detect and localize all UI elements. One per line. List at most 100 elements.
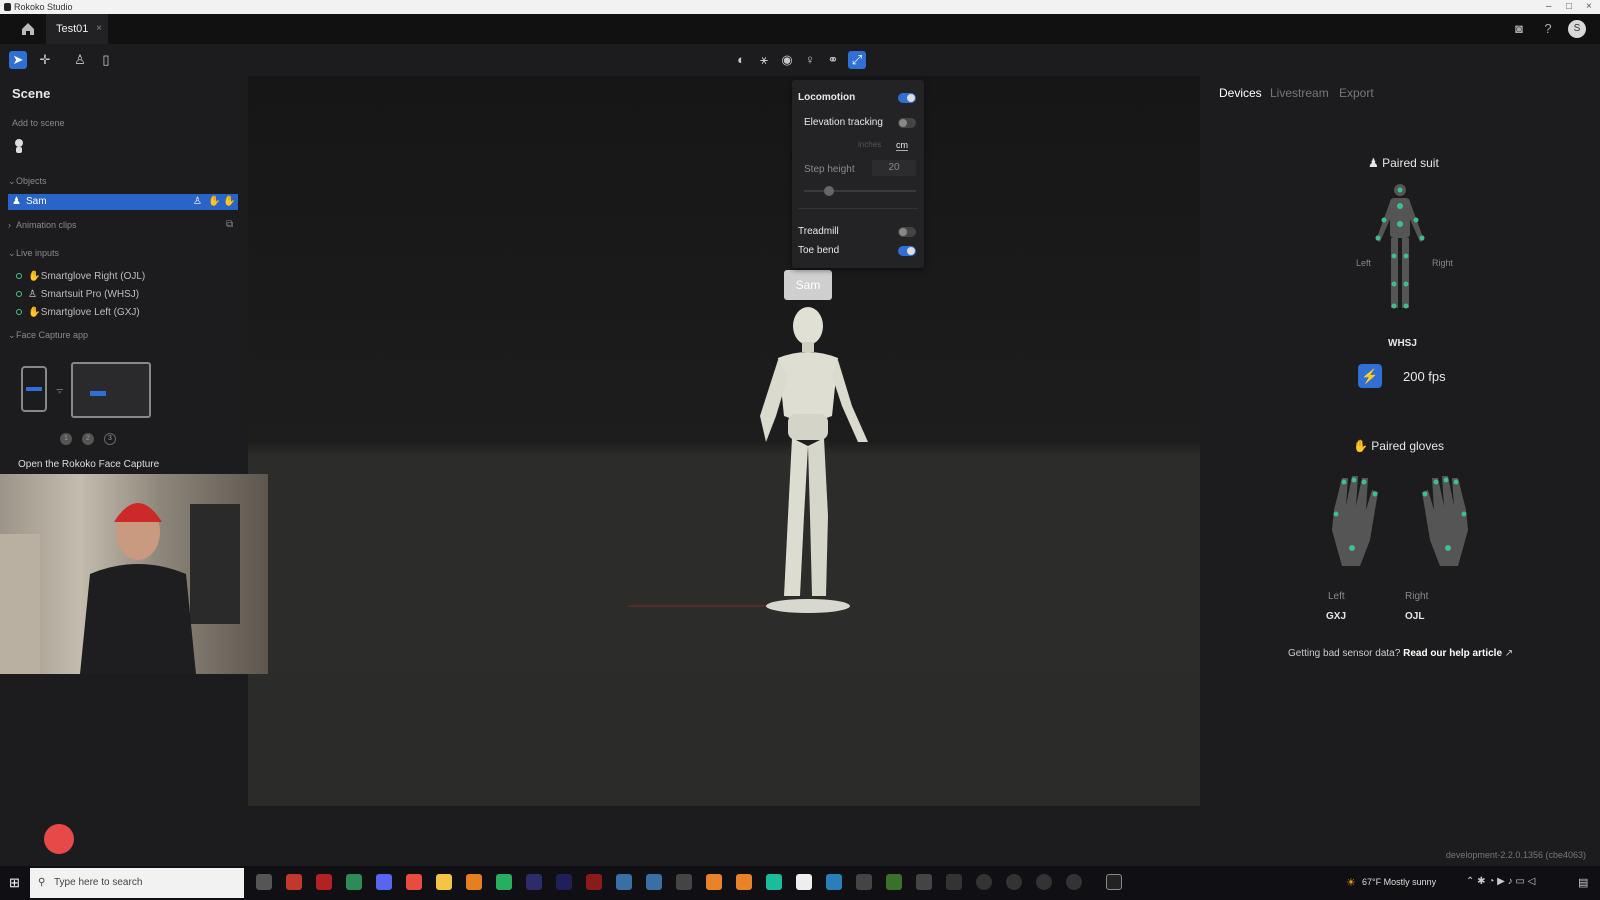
unit-cm-option[interactable]: cm (896, 140, 908, 151)
tab-test01[interactable]: Test01 × (46, 14, 108, 44)
maximize-icon[interactable]: □ (1566, 0, 1572, 14)
live-inputs-section[interactable]: ⌄Live inputs (8, 248, 59, 259)
blender-icon[interactable] (706, 874, 722, 890)
app-icon[interactable] (346, 874, 362, 890)
suit-icon[interactable]: ♙ (193, 194, 202, 210)
step-1[interactable]: 1 (60, 433, 72, 445)
nvidia-icon[interactable] (886, 874, 902, 890)
glove-icon: ✋ (28, 307, 41, 318)
system-tray-icons[interactable]: ⌃ ✱ ◔ ▶ ♪ ▭ ◁ (1466, 876, 1535, 887)
locomotion-toggle[interactable] (898, 93, 916, 103)
app-icon[interactable] (946, 874, 962, 890)
record-button[interactable] (44, 824, 74, 854)
app-icon[interactable] (286, 874, 302, 890)
animation-clips-section[interactable]: › Animation clips (8, 220, 77, 230)
devices-panel: Devices Livestream Export ♟ Paired suit … (1200, 76, 1600, 806)
webcam-overlay (0, 474, 268, 674)
move-tool-icon[interactable]: ✛ (36, 51, 54, 69)
paired-suit-heading: ♟ Paired suit (1368, 156, 1439, 170)
home-icon[interactable] (20, 21, 36, 37)
step-2[interactable]: 2 (82, 433, 94, 445)
app-icon[interactable] (646, 874, 662, 890)
toe-bend-toggle[interactable] (898, 246, 916, 256)
gloves-icon: ✋ (1353, 439, 1368, 453)
avatar[interactable]: S (1568, 20, 1586, 38)
tab-close-icon[interactable]: × (96, 14, 102, 44)
weather-text[interactable]: 67°F Mostly sunny (1362, 877, 1436, 887)
app-icon[interactable] (316, 874, 332, 890)
minimize-icon[interactable]: – (1546, 0, 1552, 14)
after-effects-icon[interactable] (556, 874, 572, 890)
firefox-icon[interactable] (466, 874, 482, 890)
live-input-item[interactable]: ✋ Smartglove Right (OJL) (16, 271, 145, 282)
face-capture-section[interactable]: ⌄Face Capture app (8, 330, 88, 341)
external-link-icon[interactable]: ↗ (1505, 648, 1513, 659)
3d-viewport[interactable] (248, 76, 1200, 806)
actor-icon[interactable]: ♀ (801, 51, 819, 69)
select-tool-icon[interactable]: ➤ (9, 51, 27, 69)
app-icon[interactable] (1066, 874, 1082, 890)
app-icon[interactable] (616, 874, 632, 890)
app-icon[interactable] (1036, 874, 1052, 890)
mirror-icon[interactable]: ◐ (732, 51, 750, 69)
close-window-icon[interactable]: × (1586, 0, 1592, 14)
suit-left-label: Left (1356, 258, 1372, 268)
app-icon[interactable] (856, 874, 872, 890)
device-tool-icon[interactable]: ▯ (97, 51, 115, 69)
step-height-slider-track[interactable] (804, 190, 916, 192)
animation-clips-header: Animation clips (16, 220, 77, 230)
app-icon[interactable] (826, 874, 842, 890)
live-inputs-header: Live inputs (16, 248, 60, 258)
face-capture-illustration: ᯤ (21, 362, 151, 418)
tab-export[interactable]: Export (1339, 86, 1374, 100)
object-row-sam[interactable]: ♟ Sam ♙ ✋ ✋ (8, 194, 238, 210)
chrome-icon[interactable] (406, 874, 422, 890)
live-input-item[interactable]: ♙ Smartsuit Pro (WHSJ) (16, 289, 139, 300)
glove-right-id: OJL (1405, 611, 1425, 622)
app-icon[interactable] (976, 874, 992, 890)
notifications-icon[interactable]: ▤ (1578, 876, 1588, 889)
window-titlebar: Rokoko Studio – □ × (0, 0, 1600, 14)
windows-start-icon[interactable]: ⊞ (9, 875, 20, 891)
live-input-item[interactable]: ✋ Smartglove Left (GXJ) (16, 307, 140, 318)
help-icon[interactable]: ? (1540, 21, 1556, 37)
app-icon[interactable] (766, 874, 782, 890)
add-character-icon[interactable] (12, 138, 26, 154)
step-3[interactable]: 3 (104, 433, 116, 445)
taskbar-search-input[interactable]: ⚲ Type here to search (30, 868, 244, 898)
blender-icon[interactable] (736, 874, 752, 890)
divider (798, 208, 918, 209)
app-icon[interactable] (1006, 874, 1022, 890)
app-icon[interactable] (916, 874, 932, 890)
discord-icon[interactable] (376, 874, 392, 890)
task-view-icon[interactable] (256, 874, 272, 890)
file-explorer-icon[interactable] (436, 874, 452, 890)
paired-gloves-heading: ✋ Paired gloves (1353, 439, 1444, 453)
treadmill-toggle[interactable] (898, 227, 916, 237)
skeleton-icon[interactable]: ⚹ (755, 51, 773, 69)
pose-tool-icon[interactable]: ♙ (71, 51, 89, 69)
tab-devices[interactable]: Devices (1219, 86, 1262, 100)
elevation-tracking-toggle[interactable] (898, 118, 916, 128)
right-glove-icon[interactable]: ✋ (223, 194, 235, 210)
step-height-slider-thumb[interactable] (824, 186, 834, 196)
rokoko-studio-icon[interactable] (1106, 874, 1122, 890)
premiere-icon[interactable] (526, 874, 542, 890)
notepad-icon[interactable] (796, 874, 812, 890)
daz-studio-icon[interactable] (676, 874, 692, 890)
help-article-link[interactable]: Read our help article (1403, 648, 1502, 659)
locomotion-icon[interactable]: ⤢ (848, 51, 866, 69)
vr-headset-icon[interactable]: ◙ (1511, 21, 1527, 37)
link-icon[interactable]: ⚭ (824, 51, 842, 69)
app-icon[interactable] (496, 874, 512, 890)
new-folder-icon[interactable]: ⧉ (226, 219, 233, 230)
step-height-input[interactable]: 20 (872, 160, 916, 176)
tab-livestream[interactable]: Livestream (1270, 86, 1329, 100)
left-glove-icon[interactable]: ✋ (208, 194, 220, 210)
visibility-icon[interactable]: ◉ (778, 51, 796, 69)
app-icon[interactable] (586, 874, 602, 890)
unit-inches-option[interactable]: inches (858, 140, 881, 149)
objects-header: Objects (16, 176, 47, 186)
objects-section[interactable]: ⌄Objects (8, 176, 47, 187)
actor-name-tag: Sam (784, 270, 832, 300)
